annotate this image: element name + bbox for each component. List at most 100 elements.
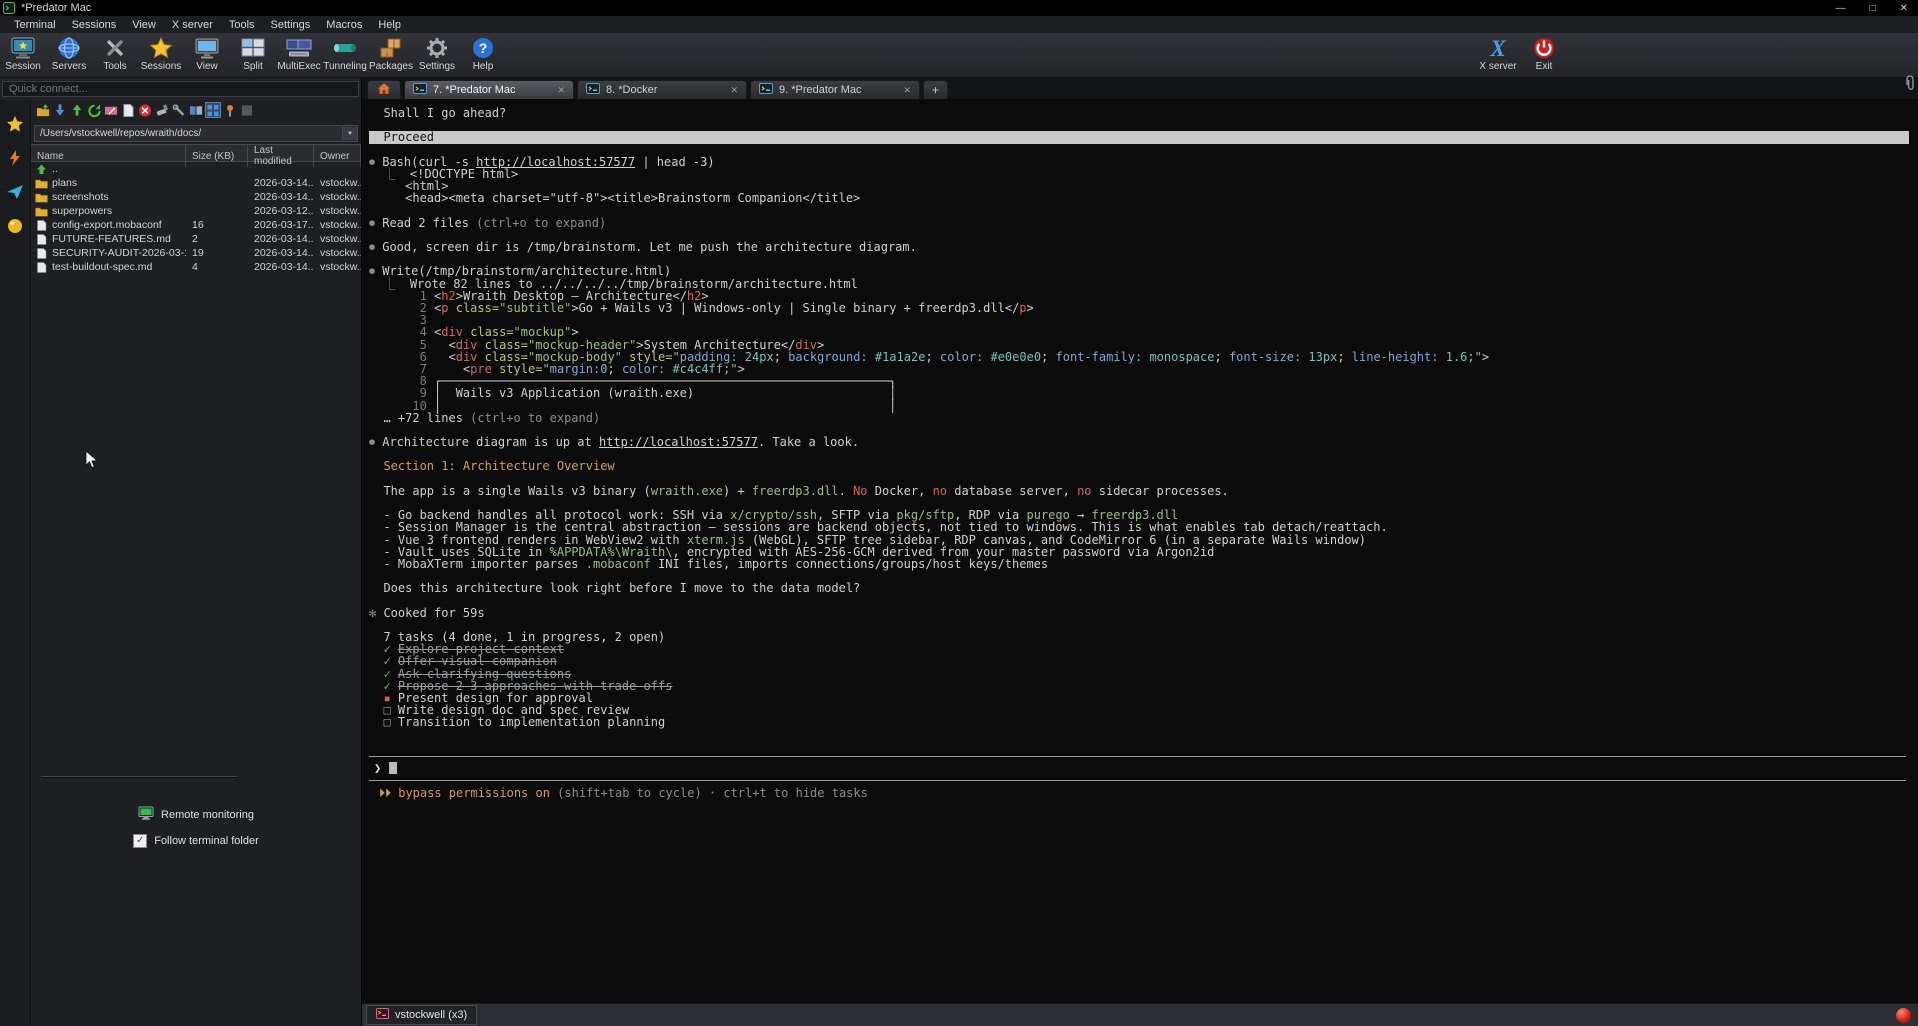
terminal-segment: p [1019,301,1026,315]
sftp-icon[interactable] [5,182,25,202]
menu-view[interactable]: View [124,18,164,32]
menu-macros[interactable]: Macros [318,18,370,32]
path-dropdown[interactable]: /Users/vstockwell/repos/wraith/docs/ ▼ [34,125,358,142]
tab-label: 7. *Predator Mac [433,84,516,96]
toolbar-packages-button[interactable]: Packages [368,33,414,72]
sessions-star-icon[interactable] [5,114,25,134]
terminal-segment: Transition to implementation planning [391,715,666,729]
terminal-input-box[interactable]: ❯ [369,756,1906,781]
prompt-chevron: ❯ [374,761,381,775]
table-row[interactable]: FUTURE-FEATURES.md22026-03-14...vstockw.… [31,232,361,246]
terminal-segment: class= [456,301,499,315]
tab-label: 9. *Predator Mac [779,84,862,96]
grid-view-icon[interactable] [205,102,221,118]
edit-icon[interactable] [103,102,119,118]
menu-help[interactable]: Help [370,18,409,32]
toolbar-label: X server [1479,61,1516,72]
toolbar-help-button[interactable]: ?Help [460,33,506,72]
menu-sessions[interactable]: Sessions [64,18,125,32]
follow-terminal-folder-checkbox[interactable]: ✓ Follow terminal folder [31,834,361,848]
column-header-size-kb[interactable]: Size (KB) [186,145,248,167]
close-icon[interactable]: ✕ [722,85,738,96]
terminal-segment: </ [1005,301,1019,315]
toolbar-sessions-button[interactable]: Sessions [138,33,184,72]
file-modified: 2026-03-14... [248,261,314,273]
macros-icon[interactable] [5,148,25,168]
file-name: superpowers [52,205,112,217]
toolbar-tunneling-button[interactable]: Tunneling [322,33,368,72]
clear-icon[interactable] [154,102,170,118]
table-row[interactable]: SECURITY-AUDIT-2026-03-1...192026-03-14.… [31,246,361,260]
toolbar-xserver-button[interactable]: XX server [1475,33,1521,72]
terminal-line [369,119,1918,131]
toolbar-split-button[interactable]: Split [230,33,276,72]
maximize-button[interactable]: □ [1870,3,1876,14]
terminal[interactable]: Shall I go ahead? Proceed ⏺ Bash(curl -s… [362,99,1918,1003]
stop-icon[interactable] [239,102,255,118]
toolbar-exit-button[interactable]: Exit [1521,33,1567,72]
menu-tools[interactable]: Tools [221,18,263,32]
terminal-segment: INI files, imports connections/groups/ho… [651,557,1048,571]
remote-monitoring[interactable]: Remote monitoring [31,806,361,823]
toolbar-multiexec-button[interactable]: MultiExec [276,33,322,72]
close-button[interactable]: ✕ [1900,3,1908,14]
pin-icon[interactable] [222,102,238,118]
quick-connect-input[interactable] [2,81,359,97]
tools-icon [102,35,128,61]
menu-settings[interactable]: Settings [263,18,319,32]
column-header-last-modified[interactable]: Last modified [248,145,314,167]
red-status-icon[interactable] [1896,1008,1911,1023]
column-header-owner[interactable]: Owner [314,145,361,167]
toolbar-settings-button[interactable]: Settings [414,33,460,72]
toolbar-session-button[interactable]: Session [0,33,46,72]
tab-session-2[interactable]: 9. *Predator Mac ✕ [750,80,920,99]
taskbar: vstockwell (x3) [362,1003,1918,1026]
terminal-line: 10 │ │ [369,400,1918,412]
svg-text:?: ? [479,40,488,56]
delete-icon[interactable] [137,102,153,118]
new-file-icon[interactable] [120,102,136,118]
wrench-icon[interactable] [171,102,187,118]
terminal-segment: Go + Wails v3 | Windows-only | Single bi… [579,301,1005,315]
taskbar-terminal-button[interactable]: vstockwell (x3) [366,1005,477,1025]
terminal-segment: database server, [947,484,1077,498]
new-tab-button[interactable]: + [923,80,948,99]
tab-home[interactable] [367,80,401,99]
table-row[interactable]: plans2026-03-14...vstockw... [31,176,361,190]
tunneling-icon [332,35,358,61]
sidebar-separator [41,776,237,778]
remote-monitor-icon [138,806,154,823]
menu-x-server[interactable]: X server [164,18,221,32]
user-status-icon[interactable] [5,216,25,236]
table-row[interactable]: screenshots2026-03-14...vstockw... [31,190,361,204]
chevron-down-icon[interactable]: ▼ [342,127,357,140]
dual-view-icon[interactable] [188,102,204,118]
quick-connect-bar [0,78,361,100]
tab-session-0[interactable]: 7. *Predator Mac ✕ [404,80,574,99]
upload-icon[interactable] [69,102,85,118]
terminal-line: Section 1: Architecture Overview [369,460,1918,472]
download-icon[interactable] [52,102,68,118]
toolbar-view-button[interactable]: View [184,33,230,72]
minimize-button[interactable]: — [1836,3,1846,14]
table-row[interactable]: test-buildout-spec.md42026-03-14...vstoc… [31,260,361,274]
terminal-segment: Does this architecture look right before… [369,581,860,595]
terminal-line: 2 <p class="subtitle">Go + Wails v3 | Wi… [369,302,1918,314]
refresh-icon[interactable] [86,102,102,118]
table-row[interactable]: superpowers2026-03-12...vstockw... [31,204,361,218]
close-icon[interactable]: ✕ [895,85,911,96]
status-segment: · [702,786,724,800]
terminal-segment: no [1077,484,1091,498]
menu-terminal[interactable]: Terminal [6,18,64,32]
folder-up-icon[interactable] [35,102,51,118]
close-icon[interactable]: ✕ [549,85,565,96]
terminal-line: - MobaXTerm importer parses .mobaconf IN… [369,558,1918,570]
paperclip-icon[interactable] [1903,75,1915,96]
terminal-segment: Docker, [868,484,933,498]
terminal-segment: #e0e0e0 [990,350,1041,364]
table-row[interactable]: config-export.mobaconf162026-03-17...vst… [31,218,361,232]
toolbar-tools-button[interactable]: Tools [92,33,138,72]
file-name-cell: superpowers [31,205,186,217]
tab-session-1[interactable]: 8. *Docker✕ [577,80,747,99]
toolbar-servers-button[interactable]: Servers [46,33,92,72]
